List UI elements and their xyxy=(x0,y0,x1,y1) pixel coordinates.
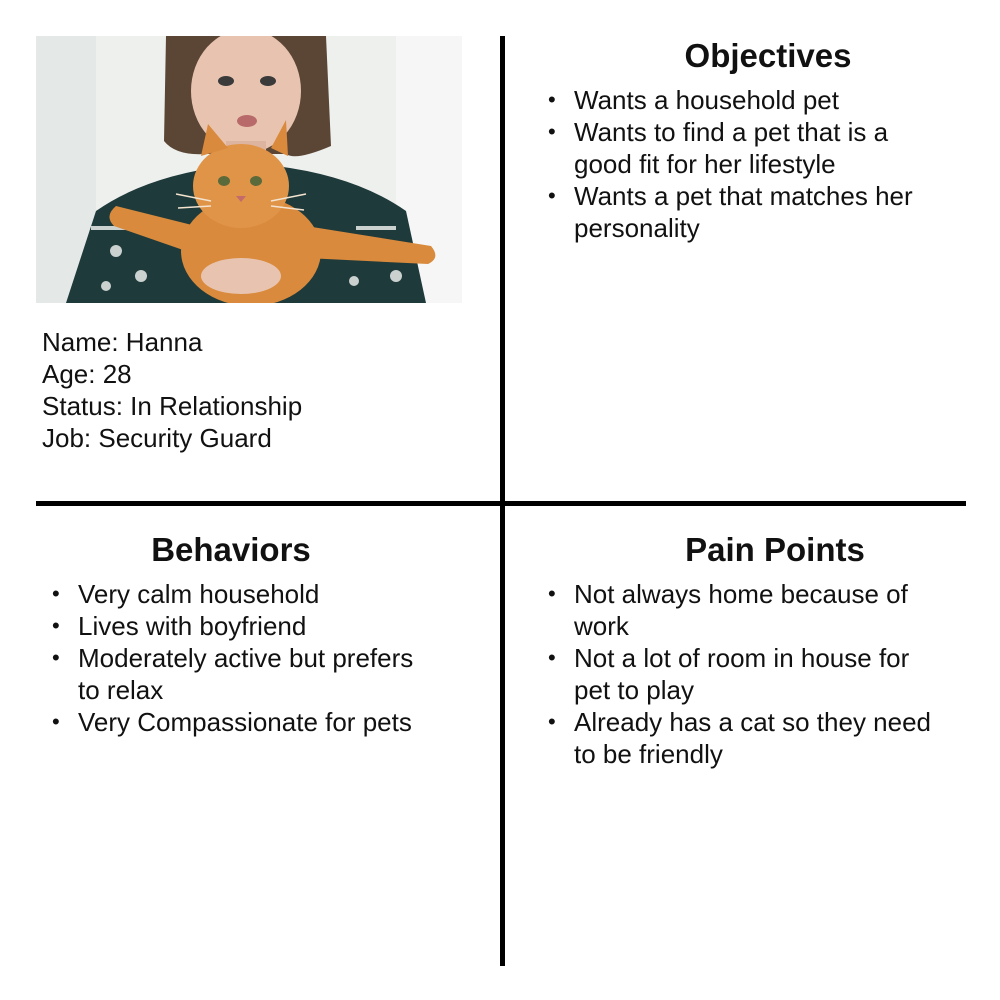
list-item-line: Moderately active but prefers xyxy=(78,643,414,673)
list-item: • Very calm household xyxy=(44,578,484,610)
list-item-line: personality xyxy=(574,213,700,243)
bullet-icon: • xyxy=(548,581,556,606)
bullet-icon: • xyxy=(52,581,60,606)
list-item: • Lives with boyfriend xyxy=(44,610,484,642)
bullet-icon: • xyxy=(52,645,60,670)
bullet-icon: • xyxy=(52,613,60,638)
list-item-line: Wants to find a pet that is a xyxy=(574,117,889,147)
list-item-line: Very calm household xyxy=(78,579,320,609)
objectives-heading: Objectives xyxy=(684,37,852,74)
list-item: • Moderately active but prefers to relax xyxy=(44,642,484,706)
list-item-line: Wants a household pet xyxy=(574,85,839,115)
list-item-line: to be friendly xyxy=(574,739,723,769)
behaviors-heading: Behaviors xyxy=(151,531,311,568)
persona-age: Age: 28 xyxy=(42,359,132,389)
objectives-list: • Wants a household pet • Wants to find a p… xyxy=(540,84,970,244)
bullet-icon: • xyxy=(52,709,60,734)
list-item-line: Not always home because of xyxy=(574,579,908,609)
list-item: • Wants a pet that matches her personality xyxy=(540,180,970,244)
list-item-line: Wants a pet that matches her xyxy=(574,181,913,211)
behaviors-list: • Very calm household • Lives with boyfrien… xyxy=(44,578,484,738)
list-item-line: Not a lot of room in house for xyxy=(574,643,910,673)
list-item-line: Very Compassionate for pets xyxy=(78,707,412,737)
list-item: • Very Compassionate for pets xyxy=(44,706,484,738)
bullet-icon: • xyxy=(548,119,556,144)
bullet-icon: • xyxy=(548,183,556,208)
bullet-icon: • xyxy=(548,87,556,112)
persona-photo xyxy=(36,36,462,303)
list-item-line: good fit for her lifestyle xyxy=(574,149,836,179)
bullet-icon: • xyxy=(548,709,556,734)
persona-job: Job: Security Guard xyxy=(42,423,272,453)
list-item: • Wants a household pet xyxy=(540,84,970,116)
persona-status: Status: In Relationship xyxy=(42,391,303,421)
list-item: • Not a lot of room in house for pet to pl… xyxy=(540,642,970,706)
list-item: • Not always home because of work xyxy=(540,578,970,642)
horizontal-divider xyxy=(36,501,966,506)
list-item-line: Already has a cat so they need xyxy=(574,707,932,737)
list-item-line: pet to play xyxy=(574,675,694,705)
list-item-line: to relax xyxy=(78,675,164,705)
list-item-line: Lives with boyfriend xyxy=(78,611,307,641)
list-item: • Wants to find a pet that is a good fit f… xyxy=(540,116,970,180)
list-item-line: work xyxy=(574,611,629,641)
pain-points-list: • Not always home because of work • Not a lo… xyxy=(540,578,970,770)
persona-name: Name: Hanna xyxy=(42,327,203,357)
bullet-icon: • xyxy=(548,645,556,670)
persona-info: Name: Hanna Age: 28 Status: In Relations… xyxy=(42,326,302,454)
list-item: • Already has a cat so they need to be fri… xyxy=(540,706,970,770)
pain-points-heading: Pain Points xyxy=(685,531,865,568)
